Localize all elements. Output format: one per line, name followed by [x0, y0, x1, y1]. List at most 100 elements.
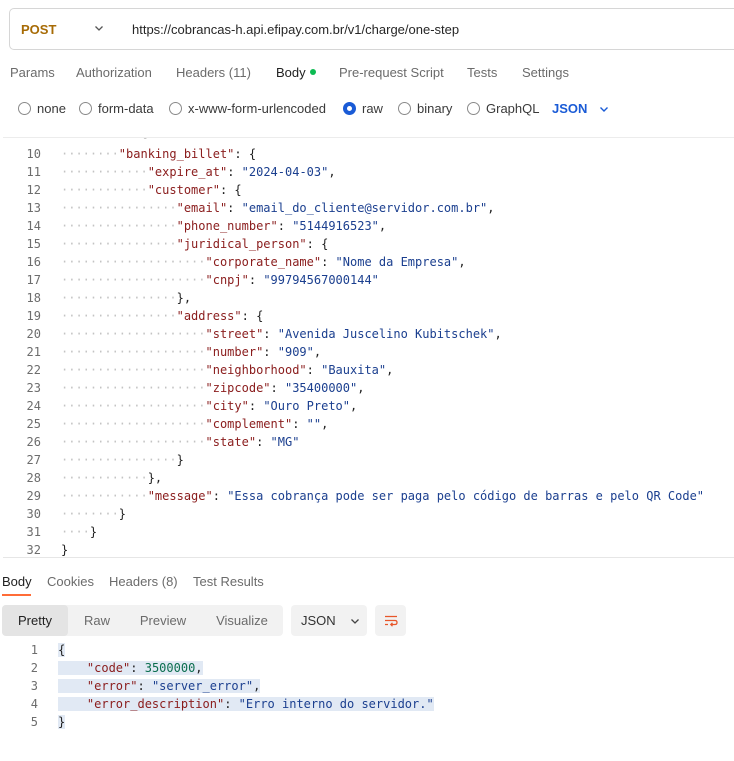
code-line: ····················"street": "Avenida J…	[61, 327, 502, 341]
line-number: 32	[26, 543, 41, 557]
code-line: ················"juridical_person": {	[61, 237, 329, 251]
line-number: 11	[26, 165, 41, 179]
response-code-line: }	[58, 715, 66, 729]
radio-x-www-form-urlencoded[interactable]: x-www-form-urlencoded	[169, 101, 326, 116]
resp-tab-test-results[interactable]: Test Results	[193, 574, 264, 589]
code-line: ····················"city": "Ouro Preto"…	[61, 399, 358, 413]
radio-circle	[79, 102, 92, 115]
body-language-select[interactable]: JSON	[552, 101, 609, 116]
tab-body[interactable]: Body	[276, 65, 316, 80]
method-select[interactable]: POST	[10, 9, 118, 49]
line-number: 10	[26, 147, 41, 161]
view-pretty[interactable]: Pretty	[2, 605, 68, 636]
view-preview[interactable]: Preview	[126, 605, 200, 636]
code-line: ············"expire_at": "2024-04-03",	[61, 165, 336, 179]
line-number: 13	[26, 201, 41, 215]
radio-label: none	[37, 101, 66, 116]
line-number: 18	[26, 291, 41, 305]
resp-tab-body[interactable]: Body	[2, 574, 32, 589]
radio-label: form-data	[98, 101, 154, 116]
response-format-select[interactable]: JSON	[291, 605, 367, 636]
line-number: 21	[26, 345, 41, 359]
radio-circle	[398, 102, 411, 115]
code-line: ················"email": "email_do_clien…	[61, 201, 495, 215]
request-tabs: Params Authorization Headers (11) Body P…	[0, 63, 734, 85]
radio-form-data[interactable]: form-data	[79, 101, 154, 116]
line-number: 3	[30, 679, 38, 693]
radio-circle-selected	[343, 102, 356, 115]
tab-authorization[interactable]: Authorization	[76, 65, 152, 80]
status-dot	[309, 69, 316, 75]
code-line: }	[61, 543, 69, 557]
view-visualize[interactable]: Visualize	[204, 605, 280, 636]
chevron-down-icon	[350, 618, 359, 624]
code-line: ····················"corporate_name": "N…	[61, 255, 466, 269]
line-number: 26	[26, 435, 41, 449]
request-body-editor[interactable]: ······ { 10 ········"banking_billet": { 11…	[3, 137, 734, 558]
code-line: ····}	[61, 525, 98, 539]
code-line: ····················"state": "MG"	[61, 435, 300, 449]
code-line: ············"message": "Essa cobrança po…	[61, 489, 705, 503]
radio-label: raw	[362, 101, 383, 116]
line-number: 2	[30, 661, 38, 675]
body-language-label: JSON	[552, 101, 588, 116]
radio-label: GraphQL	[486, 101, 540, 116]
line-number: 4	[30, 697, 38, 711]
response-code-line: "code": 3500000,	[58, 661, 203, 675]
code-line: ················"phone_number": "5144916…	[61, 219, 387, 233]
body-type-options: none form-data x-www-form-urlencoded raw…	[0, 99, 734, 119]
line-number: 5	[30, 715, 38, 729]
radio-raw[interactable]: raw	[343, 101, 383, 116]
code-line: ················},	[61, 291, 192, 305]
line-number: 15	[26, 237, 41, 251]
tab-pre-request-script[interactable]: Pre-request Script	[339, 65, 444, 80]
radio-circle	[467, 102, 480, 115]
active-tab-underline	[2, 594, 31, 596]
tab-body-label: Body	[276, 65, 306, 80]
url-input[interactable]: https://cobrancas-h.api.efipay.com.br/v1…	[118, 22, 459, 37]
chevron-down-icon	[600, 106, 609, 112]
resp-tab-headers[interactable]: Headers (8)	[109, 574, 178, 589]
radio-binary[interactable]: binary	[398, 101, 452, 116]
line-number: 28	[26, 471, 41, 485]
line-number: 27	[26, 453, 41, 467]
wrap-lines-button[interactable]	[375, 605, 406, 636]
tab-params[interactable]: Params	[10, 65, 55, 80]
radio-graphql[interactable]: GraphQL	[467, 101, 539, 116]
code-line: ····················"complement": "",	[61, 417, 329, 431]
radio-label: x-www-form-urlencoded	[188, 101, 326, 116]
response-code-line: "error": "server_error",	[58, 679, 261, 693]
code-line: ····················"neighborhood": "Bau…	[61, 363, 394, 377]
editor-top-fragment: ······ {	[61, 138, 148, 140]
tab-headers[interactable]: Headers (11)	[176, 65, 251, 80]
code-line: ····················"cnpj": "99794567000…	[61, 273, 379, 287]
code-line: ················"address": {	[61, 309, 264, 323]
line-number: 29	[26, 489, 41, 503]
radio-circle	[169, 102, 182, 115]
line-number: 31	[26, 525, 41, 539]
line-number: 1	[30, 643, 38, 657]
line-number: 17	[26, 273, 41, 287]
response-tabs: Body Cookies Headers (8) Test Results	[0, 572, 734, 594]
chevron-down-icon	[95, 26, 103, 31]
radio-circle	[18, 102, 31, 115]
response-code-line: "error_description": "Erro interno do se…	[58, 697, 434, 711]
radio-none[interactable]: none	[18, 101, 66, 116]
resp-tab-cookies[interactable]: Cookies	[47, 574, 94, 589]
wrap-lines-icon	[384, 615, 398, 627]
line-number: 24	[26, 399, 41, 413]
method-label: POST	[21, 21, 57, 37]
request-url-bar: POST https://cobrancas-h.api.efipay.com.…	[9, 8, 734, 50]
code-line: ········"banking_billet": {	[61, 147, 257, 161]
tab-settings[interactable]: Settings	[522, 65, 569, 80]
line-number: 22	[26, 363, 41, 377]
response-view-switch: Pretty Raw Preview Visualize	[2, 605, 283, 636]
line-number: 19	[26, 309, 41, 323]
code-line: ····················"number": "909",	[61, 345, 322, 359]
code-line: ············"customer": {	[61, 183, 242, 197]
line-number: 14	[26, 219, 41, 233]
view-raw[interactable]: Raw	[72, 605, 122, 636]
tab-tests[interactable]: Tests	[467, 65, 497, 80]
line-number: 12	[26, 183, 41, 197]
code-line: ············},	[61, 471, 163, 485]
